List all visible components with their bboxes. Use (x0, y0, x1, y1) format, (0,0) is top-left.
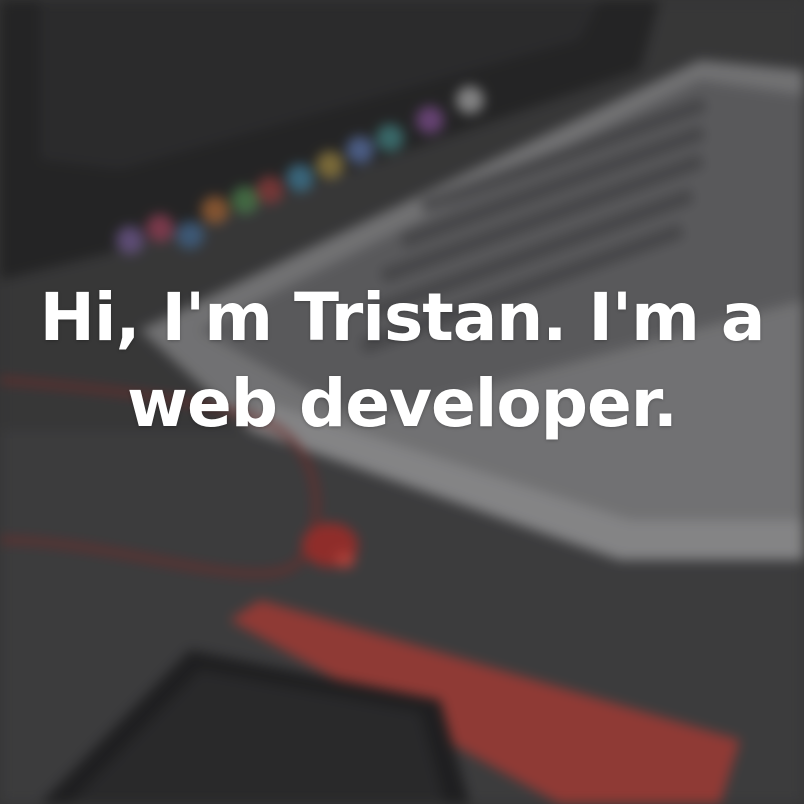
hero-headline: Hi, I'm Tristan. I'm a web developer. (0, 275, 804, 447)
headline-line-1: Hi, I'm Tristan. I'm a (39, 279, 766, 356)
hero-section: Hi, I'm Tristan. I'm a web developer. (0, 0, 804, 804)
headline-line-2: web developer. (127, 365, 678, 442)
